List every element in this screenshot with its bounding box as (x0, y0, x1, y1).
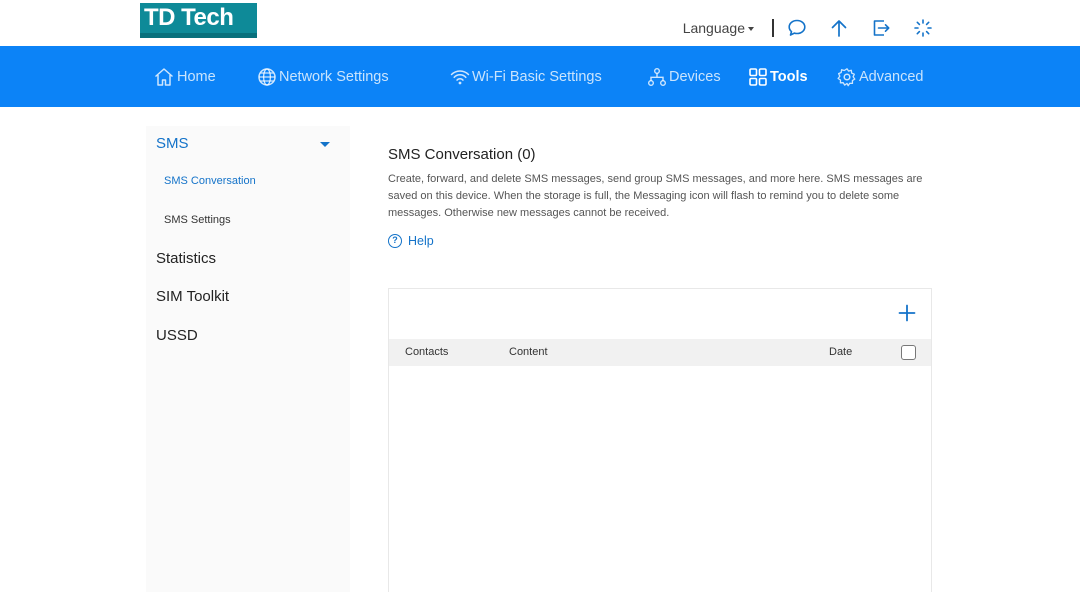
select-all-checkbox[interactable] (901, 345, 916, 360)
globe-icon (258, 67, 276, 86)
wifi-icon (450, 69, 470, 84)
help-icon: ? (388, 234, 402, 248)
plus-icon (898, 304, 916, 322)
caret-down-icon (320, 142, 330, 147)
page-description: Create, forward, and delete SMS messages… (388, 173, 923, 219)
language-label: Language (682, 20, 745, 36)
sidebar-item-label: SMS Conversation (164, 175, 256, 187)
sidebar-item-label: Statistics (156, 250, 217, 267)
sidebar-item-statistics[interactable]: Statistics (156, 250, 216, 267)
top-header: TD Tech Language (0, 0, 1080, 46)
column-header-contacts[interactable]: Contacts (405, 346, 448, 358)
sidebar-item-label: USSD (156, 327, 198, 344)
sms-table-panel: Contacts Content Date (388, 288, 932, 592)
sidebar-item-ussd[interactable]: USSD (156, 327, 198, 344)
gear-icon (837, 67, 856, 86)
page-title: SMS Conversation (0) (388, 146, 536, 163)
logo-text: TD Tech (144, 4, 234, 31)
nav-label: Home (177, 68, 216, 85)
logo-underline (140, 33, 257, 38)
devices-icon (648, 67, 666, 86)
sidebar-item-sms-conversation[interactable]: SMS Conversation (164, 175, 256, 187)
sidebar-group-sms[interactable]: SMS (156, 135, 332, 152)
home-icon (155, 67, 173, 86)
sidebar-group-label: SMS (156, 135, 189, 152)
nav-item-devices[interactable]: Devices (647, 46, 721, 107)
header-divider (772, 19, 774, 37)
language-dropdown[interactable]: Language (683, 20, 754, 36)
td-tech-logo[interactable]: TD Tech (140, 3, 257, 38)
main-nav: Home Network Settings Wi-Fi Basic Settin… (0, 46, 1080, 107)
nav-item-network-settings[interactable]: Network Settings (257, 46, 389, 107)
upload-icon[interactable] (828, 17, 850, 39)
nav-label: Tools (770, 68, 808, 85)
sidebar-item-label: SMS Settings (164, 214, 231, 226)
nav-item-advanced[interactable]: Advanced (837, 46, 924, 107)
logout-icon[interactable] (870, 17, 892, 39)
nav-label: Network Settings (279, 68, 389, 85)
sidebar-item-sms-settings[interactable]: SMS Settings (164, 214, 231, 226)
sidebar: SMS SMS Conversation SMS Settings Statis… (146, 126, 350, 592)
tools-icon (749, 67, 767, 86)
nav-item-wifi-basic-settings[interactable]: Wi-Fi Basic Settings (450, 46, 602, 107)
sidebar-item-label: SIM Toolkit (156, 288, 230, 305)
nav-item-home[interactable]: Home (153, 46, 216, 107)
nav-item-tools[interactable]: Tools (748, 46, 808, 107)
header-actions: Language (683, 14, 934, 42)
help-label: Help (408, 234, 434, 248)
caret-down-icon (748, 27, 754, 31)
column-header-date[interactable]: Date (829, 346, 852, 358)
nav-label: Wi-Fi Basic Settings (472, 68, 602, 85)
table-header: Contacts Content Date (389, 339, 931, 366)
help-link[interactable]: ? Help (388, 234, 434, 248)
loading-icon[interactable] (912, 17, 934, 39)
add-message-button[interactable] (897, 303, 917, 323)
column-header-content[interactable]: Content (509, 346, 548, 358)
nav-label: Advanced (859, 68, 924, 85)
message-icon[interactable] (786, 17, 808, 39)
nav-label: Devices (669, 68, 721, 85)
sidebar-item-sim-toolkit[interactable]: SIM Toolkit (156, 288, 229, 305)
